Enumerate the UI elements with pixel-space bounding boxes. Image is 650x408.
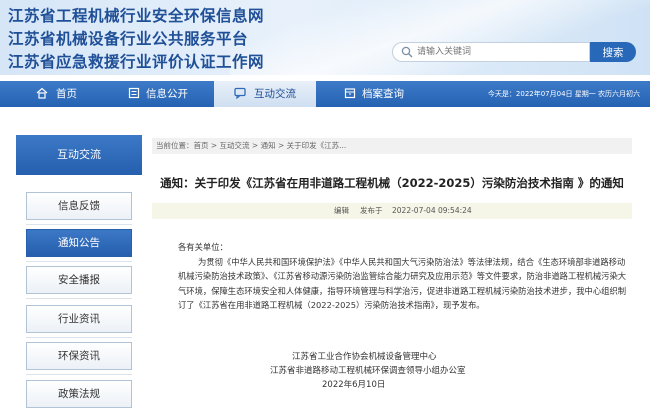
divider bbox=[26, 298, 132, 299]
nav-item-archive[interactable]: 档案查询 bbox=[326, 81, 422, 107]
banner-decoration bbox=[230, 0, 650, 75]
site-banner: 江苏省工程机械行业安全环保信息网 江苏省机械设备行业公共服务平台 江苏省应急救援… bbox=[0, 0, 650, 75]
breadcrumb: 当前位置：首页 > 互动交流 > 通知 > 关于印发《江苏... bbox=[152, 138, 632, 154]
nav-item-label: 首页 bbox=[56, 88, 77, 100]
site-title-line-1: 江苏省工程机械行业安全环保信息网 bbox=[8, 6, 265, 25]
site-title-line-2: 江苏省机械设备行业公共服务平台 bbox=[8, 29, 249, 48]
sidebar: 互动交流 信息反馈 通知公告 安全播报 行业资讯 环保资讯 政策法规 bbox=[16, 135, 142, 408]
sidebar-title: 互动交流 bbox=[16, 135, 142, 175]
article-meta: 编辑 发布于 2022-07-04 09:54:24 bbox=[152, 203, 632, 219]
home-icon bbox=[36, 87, 48, 99]
chat-icon bbox=[234, 87, 246, 99]
sidebar-item-environment-news[interactable]: 环保资讯 bbox=[26, 342, 132, 370]
site-title-line-3: 江苏省应急救援行业评价认证工作网 bbox=[8, 52, 265, 71]
search-box bbox=[392, 42, 590, 62]
article-title: 通知：关于印发《江苏省在用非道路工程机械（2022-2025）污染防治技术指南 … bbox=[160, 176, 624, 190]
archive-icon bbox=[344, 88, 356, 99]
divider bbox=[26, 374, 132, 375]
search-icon bbox=[401, 46, 413, 58]
sidebar-item-policies[interactable]: 政策法规 bbox=[26, 380, 132, 408]
sidebar-item-feedback[interactable]: 信息反馈 bbox=[26, 192, 132, 220]
current-date: 今天是：2022年07月04日 星期一 农历六月初六 bbox=[487, 90, 640, 98]
meta-publish-date: 2022-07-04 09:54:24 bbox=[392, 206, 472, 215]
search-input[interactable] bbox=[417, 44, 582, 60]
article-paragraph: 为贯彻《中华人民共和国环境保护法》《中华人民共和国大气污染防治法》等法律法规，结… bbox=[178, 256, 627, 311]
sidebar-item-industry-news[interactable]: 行业资讯 bbox=[26, 305, 132, 333]
meta-publish-label: 发布于 bbox=[360, 206, 383, 215]
nav-item-label: 信息公开 bbox=[146, 88, 188, 100]
nav-item-info[interactable]: 信息公开 bbox=[110, 81, 206, 107]
sidebar-item-safety-broadcast[interactable]: 安全播报 bbox=[26, 266, 132, 294]
nav-item-label: 互动交流 bbox=[254, 88, 296, 100]
nav-item-home[interactable]: 首页 bbox=[18, 81, 100, 107]
divider bbox=[26, 261, 132, 262]
divider bbox=[26, 337, 132, 338]
meta-editor: 编辑 bbox=[334, 206, 349, 215]
main-nav: 首页 信息公开 互动交流 档案查询 今天是：2022年07月04日 星期一 农历… bbox=[0, 81, 650, 107]
info-icon bbox=[128, 87, 140, 99]
article-greeting: 各有关单位： bbox=[178, 242, 228, 252]
search-button[interactable]: 搜索 bbox=[590, 42, 636, 62]
nav-item-interaction[interactable]: 互动交流 bbox=[214, 81, 316, 107]
signature-org-2: 江苏省非道路移动工程机械环保调查领导小组办公室 bbox=[270, 366, 466, 376]
signature-date: 2022年6月10日 bbox=[322, 380, 386, 390]
sidebar-item-notices[interactable]: 通知公告 bbox=[26, 229, 132, 257]
divider bbox=[26, 224, 132, 225]
signature-org-1: 江苏省工业合作协会机械设备管理中心 bbox=[292, 352, 437, 362]
nav-item-label: 档案查询 bbox=[362, 88, 404, 100]
article-body: 各有关单位： 为贯彻《中华人民共和国环境保护法》《中华人民共和国大气污染防治法》… bbox=[178, 240, 632, 313]
